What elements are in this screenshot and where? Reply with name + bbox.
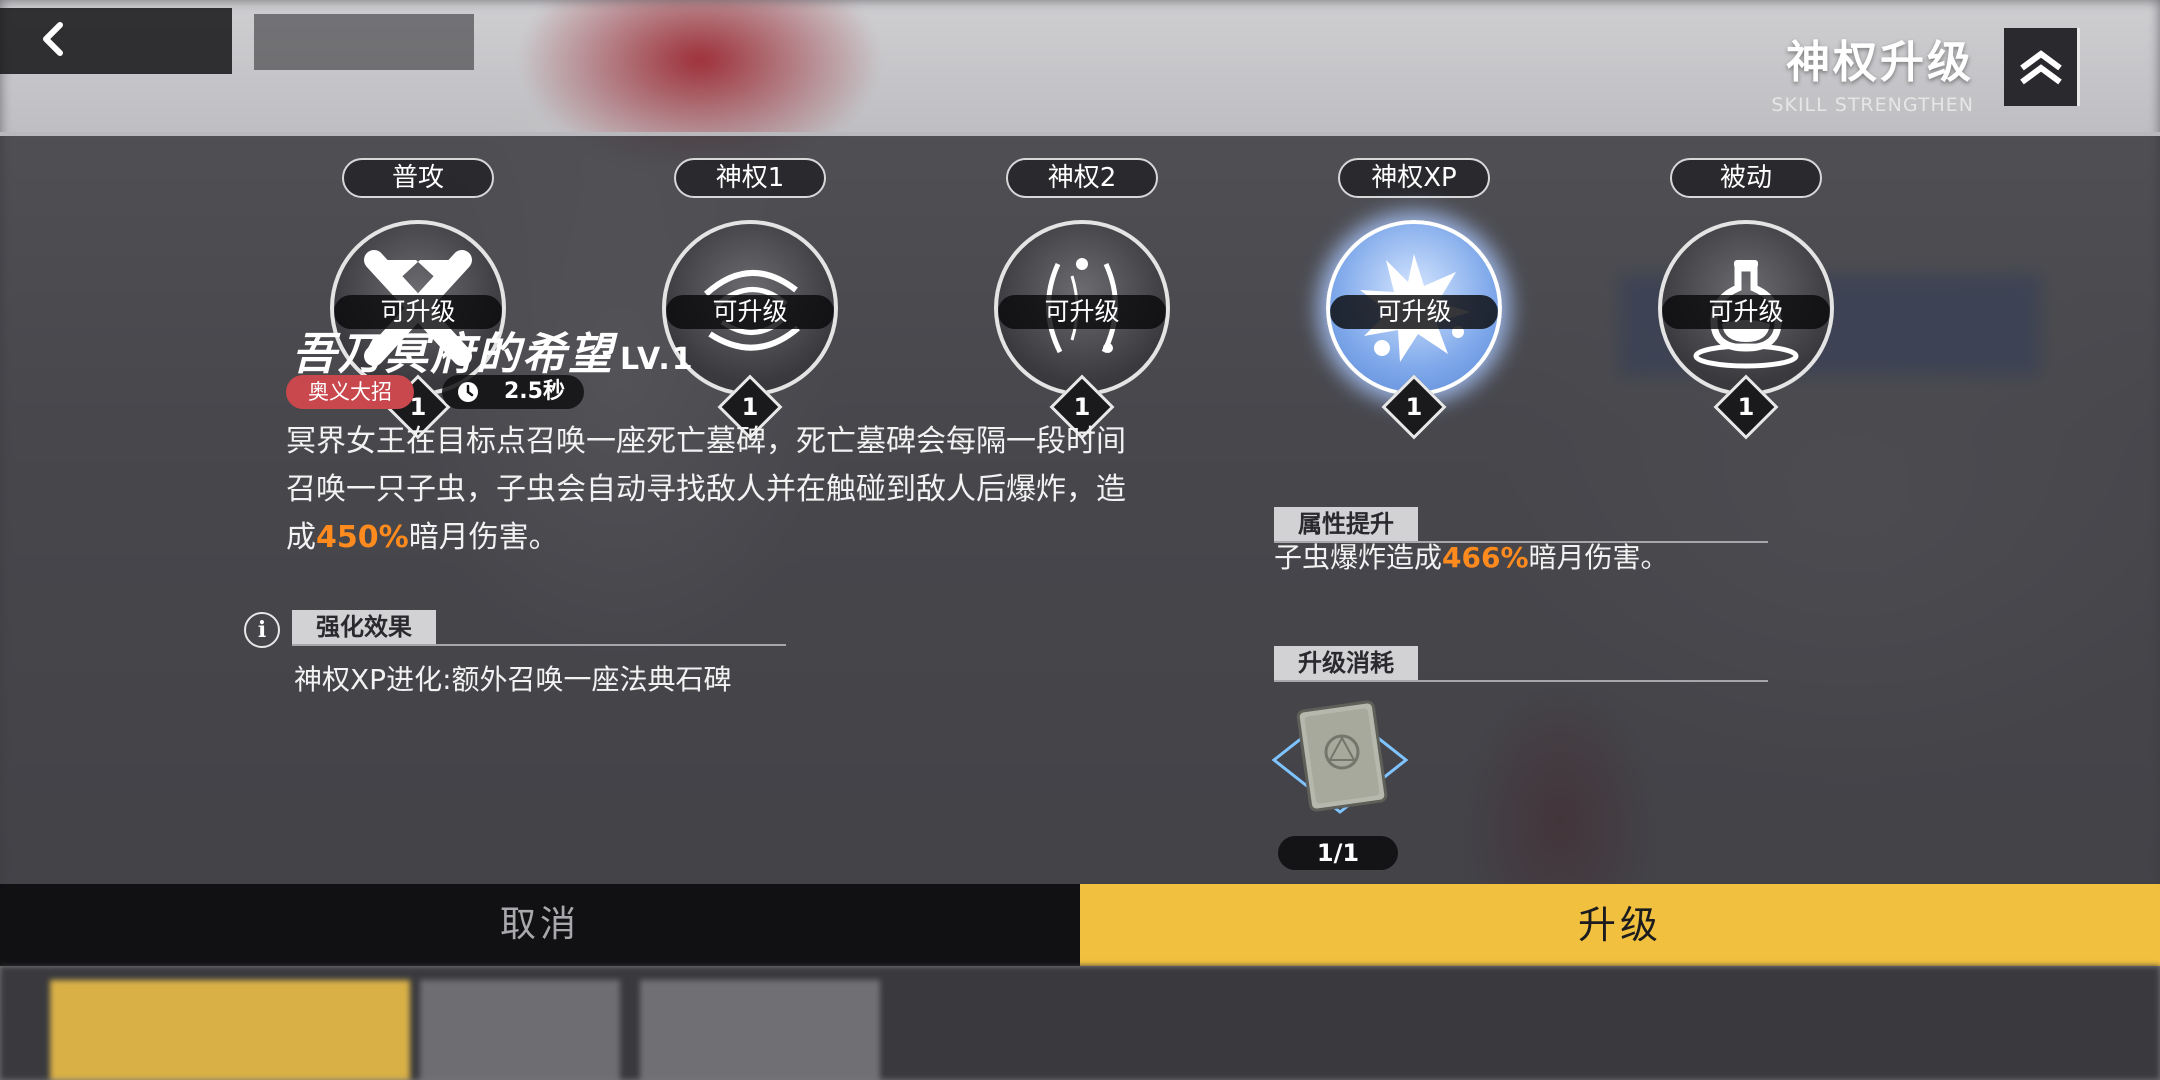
background-tab — [640, 980, 880, 1080]
attribute-text: 子虫爆炸造成 — [1274, 541, 1443, 574]
spiral-burst-icon[interactable]: 可升级 — [994, 220, 1170, 396]
skill-slot-passive[interactable]: 被动 可升级 1 — [1646, 158, 1846, 448]
upgradable-label: 可升级 — [998, 295, 1166, 329]
skill-name: 吾乃冥府的希望 LV.1 — [292, 318, 695, 382]
cooldown-tag: 2.5秒 — [442, 375, 584, 409]
enhance-effect-text: 神权XP进化:额外召唤一座法典石碑 — [294, 663, 732, 696]
skill-level: 1 — [1405, 393, 1423, 421]
skill-slot-ability-xp[interactable]: 神权XP 可升级 1 — [1314, 158, 1514, 448]
upgrade-button[interactable]: 升级 — [1080, 884, 2160, 966]
description-text-end: 暗月伤害。 — [408, 520, 559, 555]
skill-slot-ability-2[interactable]: 神权2 可升级 1 — [982, 158, 1182, 448]
background-tab — [50, 980, 410, 1080]
cooldown-value: 2.5秒 — [504, 379, 565, 404]
upgradable-label: 可升级 — [1330, 295, 1498, 329]
upgradable-label: 可升级 — [1662, 295, 1830, 329]
skill-tab-label[interactable]: 神权XP — [1338, 158, 1490, 198]
info-icon[interactable]: i — [244, 612, 280, 648]
upgrade-material-item[interactable] — [1270, 690, 1410, 846]
chevron-left-icon — [34, 19, 74, 63]
skill-tab-label[interactable]: 神权2 — [1006, 158, 1158, 198]
back-button[interactable] — [0, 8, 232, 74]
skill-tab-label[interactable]: 神权1 — [674, 158, 826, 198]
enhance-section-header: 强化效果 — [292, 610, 786, 646]
flask-icon[interactable]: 可升级 — [1658, 220, 1834, 396]
attribute-text-end: 暗月伤害。 — [1528, 541, 1669, 574]
page-subtitle: SKILL STRENGTHEN — [1771, 94, 1974, 116]
skill-description: 冥界女王在目标点召唤一座死亡墓碑，死亡墓碑会每隔一段时间召唤一只子虫，子虫会自动… — [286, 418, 1126, 562]
skill-name-text: 吾乃冥府的希望 — [292, 329, 614, 380]
tome-icon — [1271, 700, 1409, 814]
skill-level-label: LV.1 — [620, 342, 695, 377]
cost-header-label: 升级消耗 — [1274, 646, 1418, 680]
cancel-button[interactable]: 取消 — [0, 884, 1080, 966]
background-bottom-bar — [0, 966, 2160, 1080]
ultimate-tag: 奥义大招 — [286, 375, 414, 409]
explosion-icon[interactable]: 可升级 — [1326, 220, 1502, 396]
page-title: 神权升级 — [1786, 37, 1974, 88]
material-count: 1/1 — [1278, 836, 1398, 870]
background-tab — [420, 980, 620, 1080]
skill-selector: 普攻 可升级 1 神权1 可升级 1 神权2 可升级 1 神权XP 可升级 1 … — [0, 158, 2160, 458]
enhance-header-label: 强化效果 — [292, 610, 436, 644]
skill-level: 1 — [1737, 393, 1755, 421]
skill-slot-ability-1[interactable]: 神权1 可升级 1 — [650, 158, 850, 448]
background-tab-button — [254, 14, 474, 70]
cost-section-header: 升级消耗 — [1274, 646, 1768, 682]
top-bar: 神权升级 SKILL STRENGTHEN — [0, 0, 2160, 134]
title-block: 神权升级 SKILL STRENGTHEN — [1771, 26, 1974, 116]
skill-tab-label[interactable]: 普攻 — [342, 158, 494, 198]
attribute-damage-value: 466% — [1442, 541, 1529, 574]
description-damage-value: 450% — [316, 520, 409, 555]
double-chevron-up-icon — [2004, 28, 2080, 106]
clock-icon — [458, 382, 478, 402]
skill-tab-label[interactable]: 被动 — [1670, 158, 1822, 198]
attribute-upgrade-text: 子虫爆炸造成466%暗月伤害。 — [1274, 534, 1669, 582]
